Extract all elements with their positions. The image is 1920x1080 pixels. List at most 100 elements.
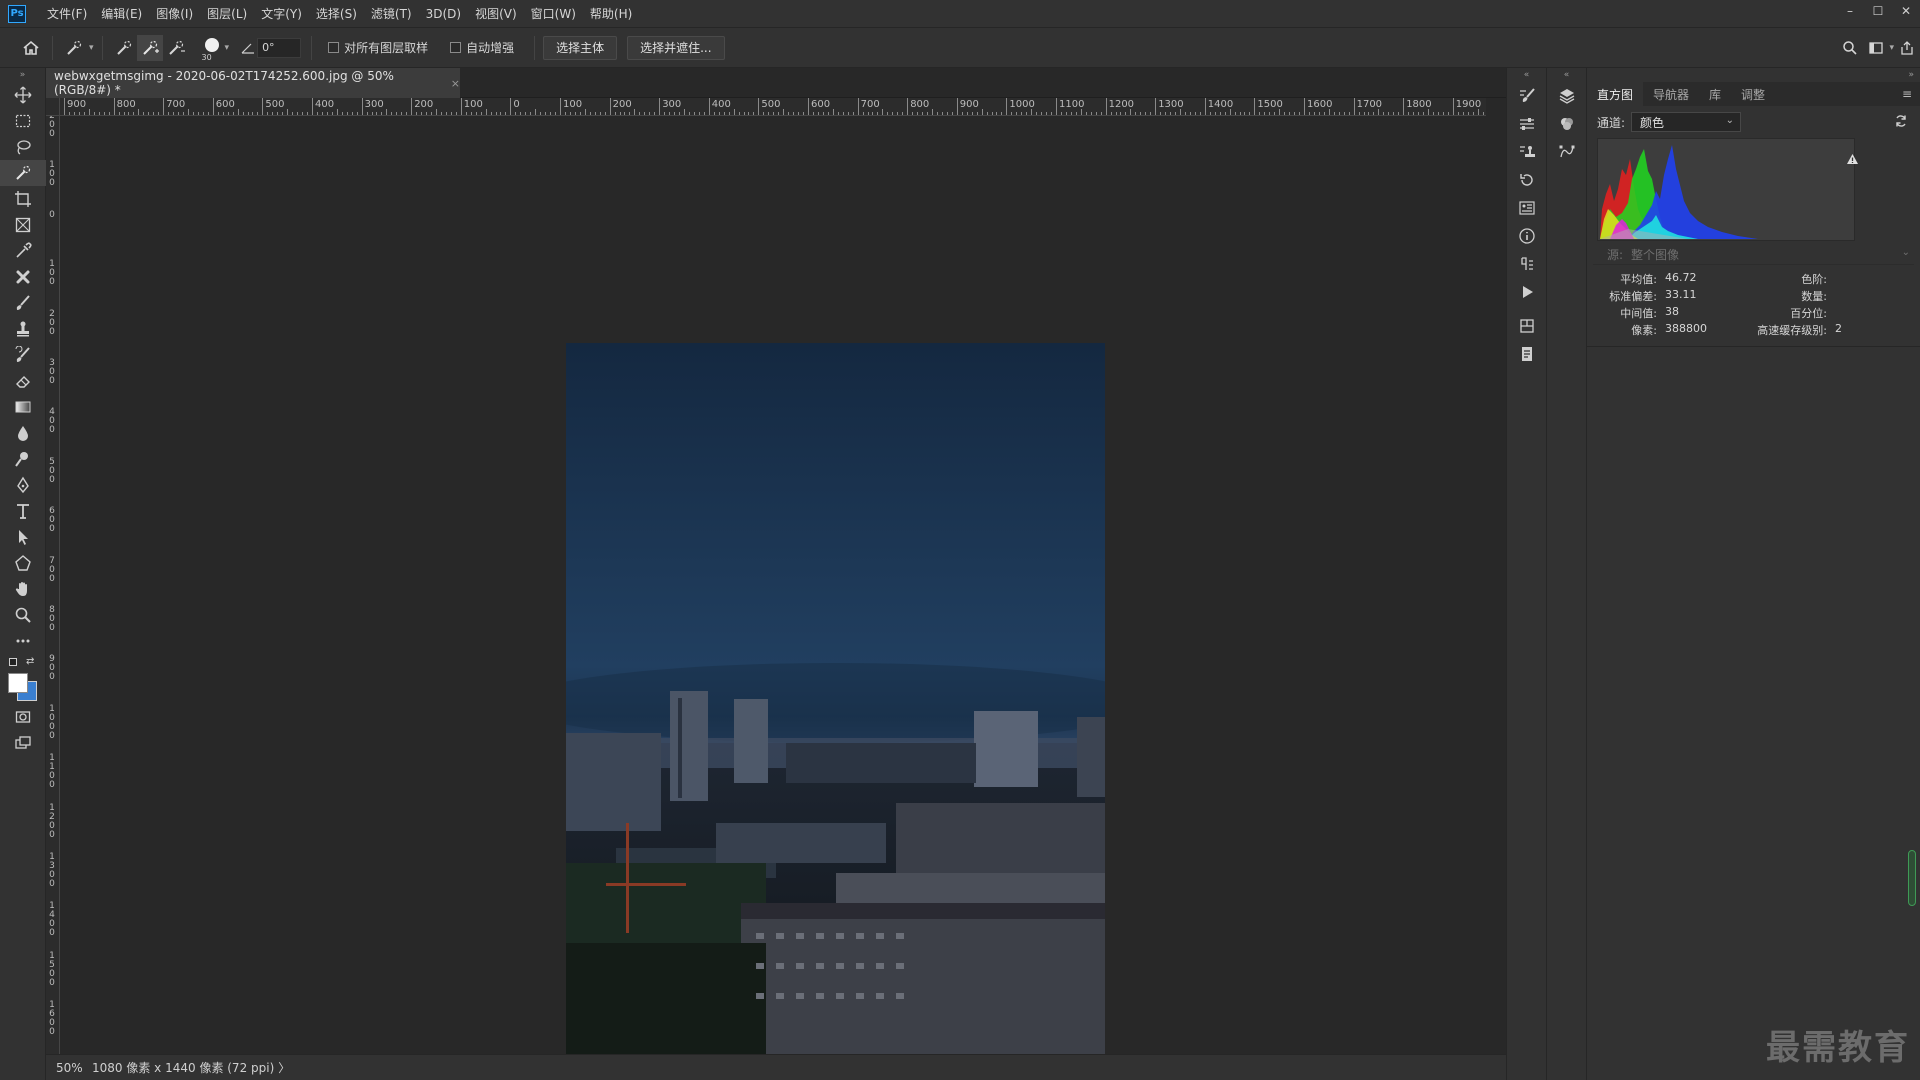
sample-all-layers-checkbox[interactable]: 对所有图层取样 — [328, 39, 428, 56]
move-tool-icon[interactable] — [0, 82, 46, 108]
menu-layer[interactable]: 图层(L) — [200, 0, 254, 28]
panel-scroll-indicator[interactable] — [1908, 850, 1916, 906]
quick-selection-preset-icon[interactable] — [61, 35, 87, 61]
brush-size-picker[interactable]: 30 — [199, 35, 225, 62]
menu-select[interactable]: 选择(S) — [309, 0, 364, 28]
swap-colors-icon[interactable]: ⇄ — [26, 656, 34, 667]
share-icon[interactable] — [1894, 35, 1920, 61]
level-value — [1835, 271, 1895, 287]
tab-libraries[interactable]: 库 — [1699, 82, 1731, 106]
menu-image[interactable]: 图像(I) — [149, 0, 200, 28]
minimize-button[interactable]: – — [1836, 0, 1864, 22]
frame-tool-icon[interactable] — [0, 212, 46, 238]
type-tool-icon[interactable] — [0, 498, 46, 524]
menu-type[interactable]: 文字(Y) — [254, 0, 309, 28]
brush-settings-icon[interactable] — [1507, 82, 1547, 110]
menu-3d[interactable]: 3D(D) — [419, 0, 468, 28]
menu-view[interactable]: 视图(V) — [468, 0, 524, 28]
tool-preset-picker[interactable]: ▾ — [61, 35, 94, 61]
pen-tool-icon[interactable] — [0, 472, 46, 498]
gradient-tool-icon[interactable] — [0, 394, 46, 420]
more-tools-icon[interactable] — [0, 628, 46, 654]
path-selection-tool-icon[interactable] — [0, 524, 46, 550]
menu-filter[interactable]: 滤镜(T) — [364, 0, 419, 28]
cache-warning-icon[interactable] — [1846, 153, 1859, 168]
collapse-panel-icon[interactable]: » — [1587, 68, 1920, 82]
menu-help[interactable]: 帮助(H) — [583, 0, 639, 28]
channels-icon[interactable] — [1547, 110, 1587, 138]
info-icon[interactable] — [1507, 222, 1547, 250]
tab-navigator[interactable]: 导航器 — [1643, 82, 1699, 106]
screen-mode-icon[interactable] — [0, 730, 46, 756]
properties-icon[interactable] — [1507, 110, 1547, 138]
canvas-scroll-area[interactable] — [1486, 98, 1506, 1054]
menu-edit[interactable]: 编辑(E) — [94, 0, 149, 28]
ruler-h-tick — [148, 112, 150, 115]
paths-icon[interactable] — [1547, 138, 1587, 166]
workspace-icon[interactable] — [1863, 35, 1889, 61]
shape-tool-icon[interactable] — [0, 550, 46, 576]
horizontal-ruler[interactable]: 900 800 700 600 500 400 300 200 100 0 100 200 300 400… — [60, 98, 1486, 116]
canvas-area[interactable] — [60, 116, 1486, 1062]
ruler-h-tick — [272, 112, 274, 115]
paragraph-icon[interactable] — [1507, 250, 1547, 278]
dodge-tool-icon[interactable] — [0, 446, 46, 472]
subtract-from-selection-icon[interactable] — [163, 35, 189, 61]
document-tab[interactable]: webwxgetmsgimg - 2020-06-02T174252.600.j… — [46, 68, 460, 98]
crop-tool-icon[interactable] — [0, 186, 46, 212]
zoom-tool-icon[interactable] — [0, 602, 46, 628]
clone-stamp-tool-icon[interactable] — [0, 316, 46, 342]
chevron-down-icon[interactable]: ▾ — [89, 43, 94, 53]
healing-brush-tool-icon[interactable] — [0, 264, 46, 290]
glyphs-icon[interactable] — [1507, 312, 1547, 340]
add-to-selection-icon[interactable] — [136, 34, 163, 61]
tab-histogram[interactable]: 直方图 — [1587, 82, 1644, 106]
new-selection-icon[interactable] — [111, 35, 137, 61]
lasso-tool-icon[interactable] — [0, 134, 46, 160]
foreground-color-swatch[interactable] — [8, 673, 28, 693]
checkbox-box[interactable] — [328, 42, 340, 53]
notes-icon[interactable] — [1507, 340, 1547, 368]
brush-tool-icon[interactable] — [0, 290, 46, 316]
eyedropper-tool-icon[interactable] — [0, 238, 46, 264]
layers-icon[interactable] — [1547, 82, 1587, 110]
eraser-tool-icon[interactable] — [0, 368, 46, 394]
quick-selection-tool-icon[interactable] — [0, 160, 46, 186]
quick-mask-icon[interactable] — [0, 704, 46, 730]
refresh-icon[interactable] — [1894, 114, 1908, 131]
checkbox-box[interactable] — [450, 42, 462, 53]
angle-input[interactable]: 0° — [257, 37, 302, 58]
chevron-down-icon[interactable]: ▾ — [225, 43, 230, 53]
maximize-button[interactable]: ☐ — [1864, 0, 1892, 22]
collapse-dock-icon[interactable]: « — [1547, 68, 1586, 82]
collapse-dock-icon[interactable]: « — [1507, 68, 1546, 82]
source-select[interactable]: 整个图像 ⌄ — [1631, 246, 1914, 264]
character-icon[interactable] — [1507, 194, 1547, 222]
status-menu-arrow-icon[interactable]: 〉 — [278, 1059, 290, 1076]
home-icon[interactable] — [18, 35, 44, 61]
close-tab-icon[interactable]: × — [451, 77, 460, 90]
document-image[interactable] — [566, 343, 1105, 1062]
default-colors-icon[interactable] — [9, 658, 17, 666]
expand-toolbar-icon[interactable]: » — [0, 68, 45, 82]
ruler-h-tick — [718, 112, 720, 115]
select-and-mask-button[interactable]: 选择并遮住... — [627, 35, 725, 60]
blur-tool-icon[interactable] — [0, 420, 46, 446]
marquee-tool-icon[interactable] — [0, 108, 46, 134]
search-icon[interactable] — [1837, 35, 1863, 61]
history-icon[interactable] — [1507, 166, 1547, 194]
actions-play-icon[interactable] — [1507, 278, 1547, 306]
hand-tool-icon[interactable] — [0, 576, 46, 602]
auto-enhance-checkbox[interactable]: 自动增强 — [450, 39, 514, 56]
tab-adjustments[interactable]: 调整 — [1731, 82, 1775, 106]
zoom-level[interactable]: 50% — [46, 1061, 86, 1075]
clone-source-icon[interactable] — [1507, 138, 1547, 166]
select-subject-button[interactable]: 选择主体 — [543, 35, 618, 60]
panel-menu-icon[interactable]: ≡ — [1902, 87, 1912, 101]
menu-window[interactable]: 窗口(W) — [524, 0, 583, 28]
close-window-button[interactable]: ✕ — [1892, 0, 1920, 22]
history-brush-tool-icon[interactable] — [0, 342, 46, 368]
menu-file[interactable]: 文件(F) — [40, 0, 94, 28]
channel-select[interactable]: 颜色 ⌄ — [1631, 112, 1742, 132]
vertical-ruler[interactable]: 200 100 0 100 200 300 400 500 600 700 800 900 1000 11… — [46, 116, 60, 1054]
